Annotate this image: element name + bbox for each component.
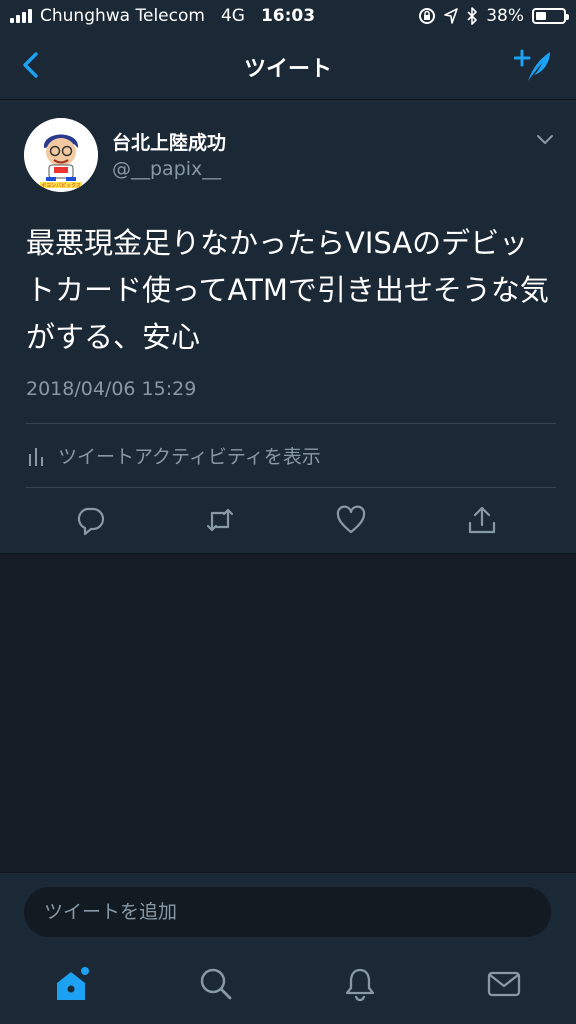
tweet-text: 最悪現金足りなかったらVISAのデビットカード使ってATMで引き出せそうな気がす…: [26, 226, 549, 354]
avatar[interactable]: ポヨンパピックス: [24, 118, 98, 192]
navigation-bar: ツイート: [0, 34, 576, 100]
orientation-lock-icon: [419, 8, 436, 24]
reply-bar: [0, 872, 576, 952]
tweet-activity-link[interactable]: ツイートアクティビティを表示: [28, 442, 321, 469]
top-chrome: Chunghwa Telecom 4G 16:03 38% ツイート: [0, 0, 576, 100]
reply-icon[interactable]: [74, 504, 106, 536]
tweet-activity-label: ツイートアクティビティを表示: [58, 446, 321, 468]
divider: [26, 423, 556, 424]
messages-icon[interactable]: [486, 966, 522, 1002]
battery-percent: 38%: [486, 6, 524, 26]
display-name[interactable]: 台北上陸成功: [112, 128, 226, 155]
share-icon[interactable]: [466, 504, 498, 536]
location-icon: [444, 8, 459, 24]
tweet-detail: ポヨンパピックス 台北上陸成功 @__papix__ 最悪現金足りなかったらVI…: [0, 100, 576, 554]
notifications-icon[interactable]: [342, 966, 378, 1002]
user-handle[interactable]: @__papix__: [112, 158, 221, 180]
divider: [26, 487, 556, 488]
bluetooth-icon: [467, 7, 478, 25]
battery-icon: [532, 8, 569, 24]
avatar-image: ポヨンパピックス: [24, 118, 98, 192]
avatar-caption: ポヨンパピックス: [41, 182, 81, 189]
tab-bar: [0, 952, 576, 1024]
analytics-icon: [29, 447, 43, 466]
search-icon[interactable]: [198, 966, 234, 1002]
home-icon[interactable]: [54, 966, 90, 1002]
compose-tweet-button[interactable]: [514, 48, 554, 84]
tweet-actions: [0, 500, 576, 542]
page-title: ツイート: [243, 57, 332, 82]
status-bar: Chunghwa Telecom 4G 16:03 38%: [0, 0, 576, 34]
tweet-timestamp: 2018/04/06 15:29: [26, 378, 197, 400]
like-icon[interactable]: [335, 504, 367, 536]
chevron-down-icon[interactable]: [536, 134, 554, 146]
reply-input[interactable]: [24, 887, 551, 937]
retweet-icon[interactable]: [204, 504, 236, 536]
